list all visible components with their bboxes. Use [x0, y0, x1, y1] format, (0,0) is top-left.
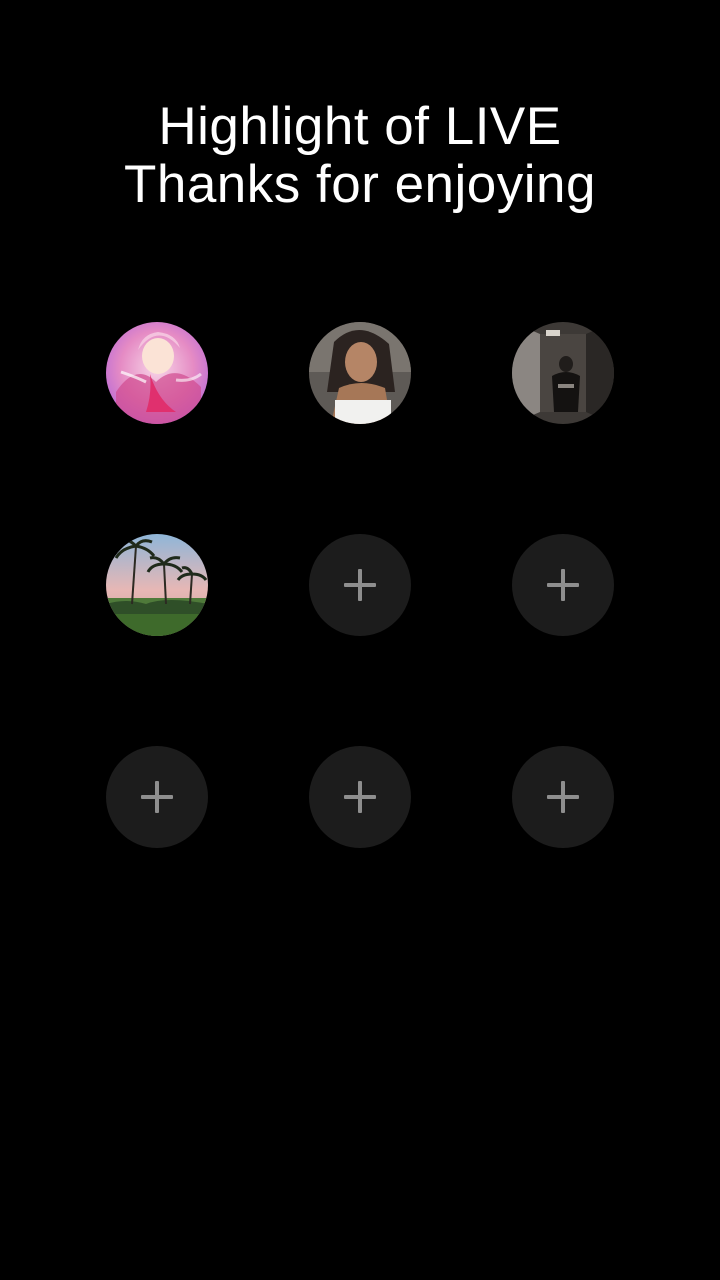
add-highlight-slot-7[interactable]: [106, 746, 208, 848]
highlight-slot-3-person-in-hallway-avatar[interactable]: [512, 322, 614, 424]
plus-icon: [547, 569, 579, 601]
add-highlight-slot-6[interactable]: [512, 534, 614, 636]
highlight-slot-2-woman-portrait-avatar[interactable]: [309, 322, 411, 424]
add-highlight-slot-8[interactable]: [309, 746, 411, 848]
plus-icon: [141, 781, 173, 813]
plus-icon: [344, 569, 376, 601]
add-highlight-slot-9[interactable]: [512, 746, 614, 848]
person-in-hallway-avatar: [512, 322, 614, 424]
anime-fairy-avatar: [106, 322, 208, 424]
highlight-slot-1-anime-fairy-avatar[interactable]: [106, 322, 208, 424]
woman-portrait-avatar: [309, 322, 411, 424]
plus-icon: [547, 781, 579, 813]
add-highlight-slot-5[interactable]: [309, 534, 411, 636]
highlight-grid: [0, 0, 720, 1280]
highlight-slot-4-palm-trees-avatar[interactable]: [106, 534, 208, 636]
palm-trees-avatar: [106, 534, 208, 636]
plus-icon: [344, 781, 376, 813]
live-highlight-screen: Highlight of LIVE Thanks for enjoying: [0, 0, 720, 1280]
